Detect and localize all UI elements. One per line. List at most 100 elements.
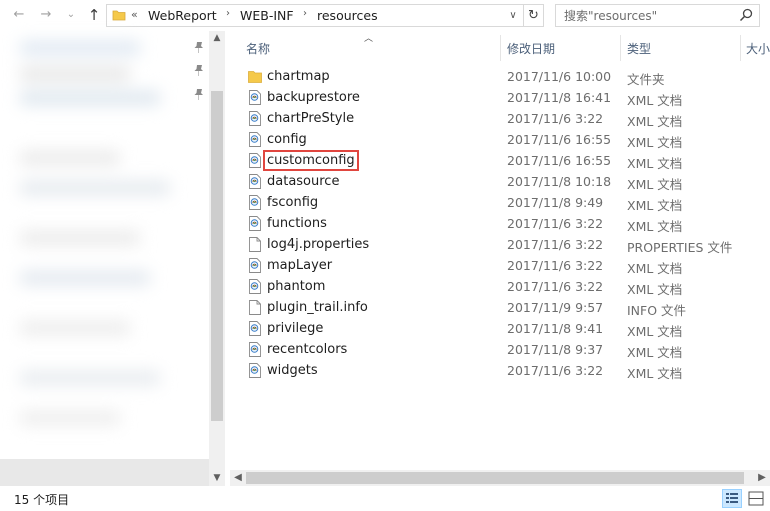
- file-name[interactable]: functions: [267, 216, 327, 231]
- scroll-up-arrow[interactable]: ▲: [209, 31, 225, 45]
- folder-icon: [112, 10, 126, 21]
- xml-document-icon: [249, 216, 261, 231]
- file-row[interactable]: recentcolors 2017/11/8 9:37 XML 文档: [226, 339, 770, 360]
- breadcrumb-separator[interactable]: ›: [226, 8, 230, 19]
- xml-document-icon: [249, 279, 261, 294]
- file-name[interactable]: widgets: [267, 363, 318, 378]
- file-row[interactable]: log4j.properties 2017/11/6 3:22 PROPERTIES…: [226, 234, 770, 255]
- xml-document-icon: [249, 111, 261, 126]
- file-modified-date: 2017/11/8 9:41: [507, 321, 604, 336]
- file-name[interactable]: phantom: [267, 279, 325, 294]
- file-row[interactable]: chartPreStyle 2017/11/6 3:22 XML 文档: [226, 108, 770, 129]
- address-dropdown-button[interactable]: ∨: [504, 5, 522, 26]
- breadcrumb-separator[interactable]: ›: [303, 8, 307, 19]
- file-name[interactable]: mapLayer: [267, 258, 332, 273]
- column-header-size[interactable]: 大小: [746, 40, 770, 57]
- horizontal-scrollbar[interactable]: ◀ ▶: [230, 470, 770, 486]
- search-input[interactable]: [556, 5, 736, 26]
- column-divider[interactable]: [620, 35, 621, 61]
- navigation-pane: ▲ ▼: [0, 31, 225, 486]
- xml-document-icon: [249, 153, 261, 168]
- file-type: 文件夹: [627, 72, 665, 87]
- breadcrumb-overflow[interactable]: «: [131, 8, 138, 21]
- nav-pane-scrollbar[interactable]: ▲ ▼: [209, 31, 225, 486]
- scroll-down-arrow[interactable]: ▼: [209, 471, 225, 485]
- address-bar[interactable]: « WebReport › WEB-INF › resources ∨ ↻: [106, 4, 544, 27]
- file-name[interactable]: plugin_trail.info: [267, 300, 368, 315]
- file-modified-date: 2017/11/8 10:18: [507, 174, 612, 189]
- scroll-right-arrow[interactable]: ▶: [754, 470, 770, 486]
- scroll-left-arrow[interactable]: ◀: [230, 470, 246, 486]
- column-divider[interactable]: [500, 35, 501, 61]
- file-row[interactable]: phantom 2017/11/6 3:22 XML 文档: [226, 276, 770, 297]
- file-name[interactable]: log4j.properties: [267, 237, 369, 252]
- xml-document-icon: [249, 342, 261, 357]
- file-modified-date: 2017/11/6 3:22: [507, 258, 604, 273]
- file-row[interactable]: widgets 2017/11/6 3:22 XML 文档: [226, 360, 770, 381]
- file-modified-date: 2017/11/6 3:22: [507, 216, 604, 231]
- xml-document-icon: [249, 321, 261, 336]
- file-row[interactable]: chartmap 2017/11/6 10:00 文件夹: [226, 66, 770, 87]
- file-name[interactable]: chartmap: [267, 69, 330, 84]
- generic-file-icon: [249, 237, 261, 252]
- file-row[interactable]: datasource 2017/11/8 10:18 XML 文档: [226, 171, 770, 192]
- xml-document-icon: [249, 132, 261, 147]
- file-name[interactable]: customconfig: [263, 150, 359, 171]
- large-icons-view-button[interactable]: [746, 489, 766, 508]
- column-divider[interactable]: [740, 35, 741, 61]
- file-type: PROPERTIES 文件: [627, 240, 733, 255]
- navigation-toolbar: ← → ⌄ ↑ « WebReport › WEB-INF › resource…: [0, 0, 770, 31]
- recent-locations-button[interactable]: ⌄: [62, 6, 80, 24]
- nav-pane-horizontal-area: [0, 459, 209, 486]
- up-button[interactable]: ↑: [85, 6, 103, 24]
- file-name[interactable]: config: [267, 132, 307, 147]
- back-button[interactable]: ←: [10, 6, 28, 24]
- blurred-nav-tree: [0, 31, 188, 486]
- file-rows: chartmap 2017/11/6 10:00 文件夹 backuprestore 2…: [226, 66, 770, 381]
- file-modified-date: 2017/11/8 16:41: [507, 90, 612, 105]
- sort-ascending-icon: ︿: [364, 34, 374, 44]
- file-name[interactable]: fsconfig: [267, 195, 318, 210]
- file-row[interactable]: customconfig 2017/11/6 16:55 XML 文档: [226, 150, 770, 171]
- xml-document-icon: [249, 258, 261, 273]
- file-name[interactable]: chartPreStyle: [267, 111, 354, 126]
- refresh-button[interactable]: ↻: [523, 5, 543, 26]
- file-row[interactable]: backuprestore 2017/11/8 16:41 XML 文档: [226, 87, 770, 108]
- file-row[interactable]: mapLayer 2017/11/6 3:22 XML 文档: [226, 255, 770, 276]
- pin-icon[interactable]: [192, 40, 206, 54]
- details-view-button[interactable]: [722, 489, 742, 508]
- file-name[interactable]: datasource: [267, 174, 339, 189]
- file-modified-date: 2017/11/6 10:00: [507, 69, 612, 84]
- file-row[interactable]: privilege 2017/11/8 9:41 XML 文档: [226, 318, 770, 339]
- forward-button[interactable]: →: [37, 6, 55, 24]
- breadcrumb-webreport[interactable]: WebReport: [148, 8, 217, 23]
- folder-icon: [248, 71, 262, 83]
- file-row[interactable]: config 2017/11/6 16:55 XML 文档: [226, 129, 770, 150]
- column-header-type[interactable]: 类型: [627, 40, 651, 57]
- file-name[interactable]: recentcolors: [267, 342, 347, 357]
- search-icon[interactable]: [739, 8, 753, 22]
- file-name[interactable]: privilege: [267, 321, 323, 336]
- column-header-name[interactable]: 名称: [246, 40, 270, 57]
- item-count: 15 个项目: [14, 493, 70, 507]
- breadcrumb-web-inf[interactable]: WEB-INF: [240, 8, 294, 23]
- search-box[interactable]: [555, 4, 760, 27]
- xml-document-icon: [249, 195, 261, 210]
- horizontal-scroll-thumb[interactable]: [246, 472, 744, 484]
- file-modified-date: 2017/11/6 3:22: [507, 111, 604, 126]
- pin-icon[interactable]: [192, 87, 206, 101]
- column-header-modified[interactable]: 修改日期: [507, 40, 555, 57]
- nav-scroll-thumb[interactable]: [211, 91, 223, 421]
- file-name[interactable]: backuprestore: [267, 90, 360, 105]
- xml-document-icon: [249, 174, 261, 189]
- pin-icon[interactable]: [192, 63, 206, 77]
- file-type: XML 文档: [627, 198, 683, 213]
- file-row[interactable]: plugin_trail.info 2017/11/9 9:57 INFO 文件: [226, 297, 770, 318]
- file-row[interactable]: fsconfig 2017/11/8 9:49 XML 文档: [226, 192, 770, 213]
- file-modified-date: 2017/11/6 16:55: [507, 132, 612, 147]
- file-row[interactable]: functions 2017/11/6 3:22 XML 文档: [226, 213, 770, 234]
- file-modified-date: 2017/11/6 16:55: [507, 153, 612, 168]
- file-type: XML 文档: [627, 366, 683, 381]
- breadcrumb-resources[interactable]: resources: [317, 8, 378, 23]
- file-type: XML 文档: [627, 177, 683, 192]
